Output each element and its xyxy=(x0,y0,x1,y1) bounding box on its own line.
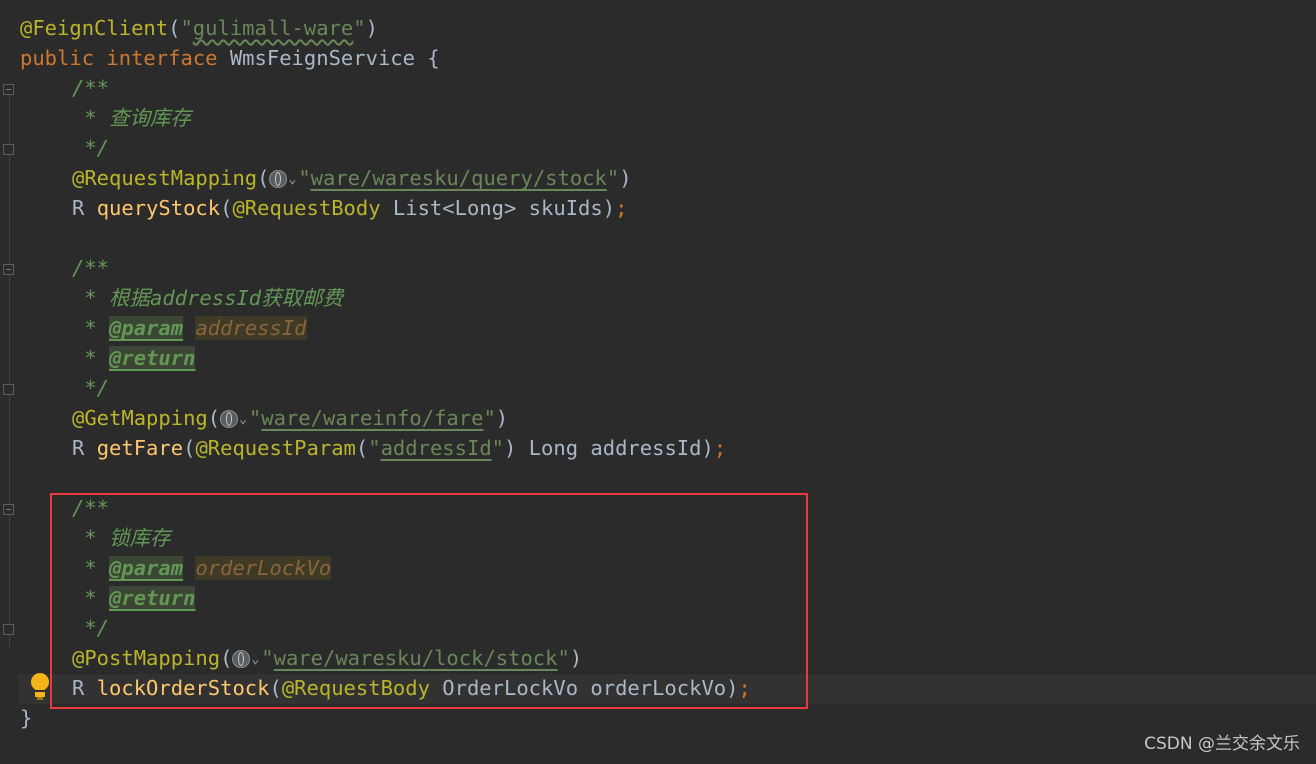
quote: " xyxy=(368,436,381,460)
javadoc-param-line: * @param addressId xyxy=(72,313,307,343)
interface-name: WmsFeignService { xyxy=(217,46,440,70)
globe-icon[interactable] xyxy=(220,410,239,428)
quote: " xyxy=(606,166,620,190)
javadoc-get-fare: * 根据addressId获取邮费 xyxy=(72,286,344,310)
fold-marker-icon[interactable] xyxy=(3,384,14,395)
return-type: R xyxy=(72,436,97,460)
method-get-fare: getFare xyxy=(96,436,184,460)
code-line-get-mapping[interactable]: @GetMapping(⌄"ware/wareinfo/fare") xyxy=(72,403,508,433)
highlight-box xyxy=(50,493,808,709)
code-line-get-fare[interactable]: R getFare(@RequestParam("addressId") Lon… xyxy=(72,433,726,463)
keyword-interface: interface xyxy=(106,46,218,70)
javadoc-open: /** xyxy=(72,256,110,280)
paren: ) xyxy=(619,166,632,190)
doc-star: * xyxy=(72,346,110,370)
doc-tag-param: @param xyxy=(109,316,184,340)
javadoc-close: */ xyxy=(72,376,110,400)
javadoc-query-stock: * 查询库存 xyxy=(72,106,192,130)
semicolon: ; xyxy=(713,436,727,460)
code-line-interface-declaration[interactable]: public interface WmsFeignService { xyxy=(20,43,440,73)
globe-icon[interactable] xyxy=(269,170,288,188)
doc-tag-return: @return xyxy=(109,346,196,370)
feign-client-name-string: gulimall-ware xyxy=(192,16,354,40)
chevron-down-icon[interactable]: ⌄ xyxy=(288,165,296,195)
request-param-name-string: addressId xyxy=(380,436,492,460)
paren: ( xyxy=(168,16,181,40)
code-editor[interactable]: @FeignClient("gulimall-ware") public int… xyxy=(0,0,1316,764)
paren: ( xyxy=(220,196,233,220)
method-params: ) Long addressId) xyxy=(504,436,714,460)
bulb-base xyxy=(35,690,45,697)
query-stock-url-string[interactable]: ware/waresku/query/stock xyxy=(311,166,607,190)
quote: " xyxy=(491,436,505,460)
doc-star: * xyxy=(72,316,110,340)
chevron-down-icon[interactable]: ⌄ xyxy=(239,405,247,435)
code-line-feign-client[interactable]: @FeignClient("gulimall-ware") xyxy=(20,13,378,43)
paren: ( xyxy=(207,406,221,430)
quote: " xyxy=(180,16,193,40)
bulb-tip xyxy=(37,697,43,700)
annotation-get-mapping: @GetMapping xyxy=(72,406,208,430)
fold-marker-icon[interactable] xyxy=(3,504,14,515)
fold-guide xyxy=(9,88,10,648)
annotation-feign-client: @FeignClient xyxy=(20,16,169,40)
code-line-closing-brace[interactable]: } xyxy=(20,703,32,733)
return-type: R xyxy=(72,196,97,220)
keyword-public: public xyxy=(20,46,95,70)
paren: ) xyxy=(365,16,378,40)
quote: " xyxy=(483,406,496,430)
quote: " xyxy=(298,166,311,190)
quote: " xyxy=(353,16,366,40)
method-query-stock: queryStock xyxy=(96,196,221,220)
semicolon: ; xyxy=(615,196,628,220)
method-params: List<Long> skuIds) xyxy=(380,196,616,220)
code-line-query-stock[interactable]: R queryStock(@RequestBody List<Long> sku… xyxy=(72,193,627,223)
code-line-request-mapping[interactable]: @RequestMapping(⌄"ware/waresku/query/sto… xyxy=(72,163,632,193)
annotation-request-mapping: @RequestMapping xyxy=(72,166,258,190)
doc-param-name: addressId xyxy=(195,316,307,340)
paren: ( xyxy=(183,436,196,460)
annotation-request-param: @RequestParam xyxy=(195,436,356,460)
javadoc-open: /** xyxy=(72,76,110,100)
paren: ( xyxy=(257,166,270,190)
javadoc-close: */ xyxy=(72,136,110,160)
fold-marker-icon[interactable] xyxy=(3,144,14,155)
fold-marker-icon[interactable] xyxy=(3,84,14,95)
javadoc-return-line: * @return xyxy=(72,343,196,373)
lightbulb-icon[interactable] xyxy=(30,673,50,701)
paren: ) xyxy=(495,406,509,430)
watermark: CSDN @兰交余文乐 xyxy=(1144,734,1300,754)
annotation-request-body: @RequestBody xyxy=(232,196,381,220)
fold-marker-icon[interactable] xyxy=(3,624,14,635)
fold-marker-icon[interactable] xyxy=(3,264,14,275)
get-fare-url-string[interactable]: ware/wareinfo/fare xyxy=(261,406,483,430)
paren: ( xyxy=(355,436,369,460)
editor-gutter xyxy=(0,0,18,764)
quote: " xyxy=(248,406,262,430)
bulb-glass xyxy=(31,673,49,691)
